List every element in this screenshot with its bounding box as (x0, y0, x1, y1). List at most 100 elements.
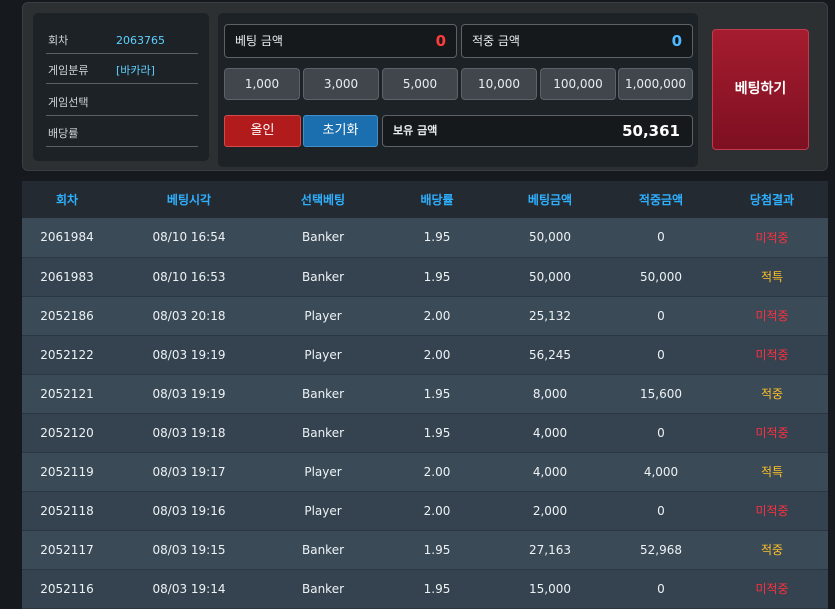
cell-selection: Banker (301, 230, 345, 245)
cell-result: 미적중 (755, 348, 789, 362)
cell-hit-amount: 0 (657, 347, 665, 362)
cell-round: 2052119 (40, 464, 94, 479)
cell-time: 08/03 19:19 (152, 347, 226, 362)
column-header: 회차 (55, 193, 79, 207)
hit-amount-field: 적중 금액 0 (461, 24, 693, 58)
info-key: 배당률 (48, 127, 79, 140)
info-row-category: 게임분류 [바카라] (46, 57, 198, 84)
cell-selection: Player (304, 347, 342, 362)
cell-time: 08/03 20:18 (152, 308, 226, 323)
column-header: 당첨결과 (749, 193, 795, 207)
bet-amount-label: 베팅 금액 (235, 34, 283, 48)
info-key: 회차 (48, 34, 69, 47)
cell-hit-amount: 0 (657, 308, 665, 323)
cell-hit-amount: 0 (657, 581, 665, 596)
cell-time: 08/03 19:19 (152, 386, 226, 401)
column-header: 베팅시각 (166, 193, 212, 207)
cell-selection: Player (304, 308, 342, 323)
cell-hit-amount: 52,968 (640, 542, 682, 557)
chip-button[interactable]: 1,000,000 (618, 68, 693, 100)
chip-button[interactable]: 10,000 (461, 68, 537, 100)
reset-button[interactable]: 초기화 (303, 115, 378, 147)
table-row: 2052118 08/03 19:16 Player 2.00 2,000 0 미적중 (22, 491, 828, 530)
balance-value: 50,361 (622, 122, 680, 140)
cell-hit-amount: 0 (657, 425, 665, 440)
table-row: 2061984 08/10 16:54 Banker 1.95 50,000 0 미적중 (22, 218, 828, 257)
cell-odds: 2.00 (423, 464, 451, 479)
cell-hit-amount: 0 (657, 503, 665, 518)
table-row: 2052119 08/03 19:17 Player 2.00 4,000 4,000 적특 (22, 452, 828, 491)
cell-round: 2052116 (40, 581, 94, 596)
cell-time: 08/10 16:54 (152, 230, 226, 245)
cell-odds: 1.95 (423, 542, 451, 557)
cell-round: 2052186 (40, 308, 94, 323)
cell-hit-amount: 15,600 (640, 386, 682, 401)
table-row: 2052122 08/03 19:19 Player 2.00 56,245 0 미적중 (22, 335, 828, 374)
place-bet-button[interactable]: 베팅하기 (712, 29, 809, 150)
table-row: 2052186 08/03 20:18 Player 2.00 25,132 0 미적중 (22, 296, 828, 335)
info-value: 2063765 (116, 34, 165, 47)
cell-odds: 2.00 (423, 503, 451, 518)
cell-bet-amount: 8,000 (532, 386, 568, 401)
column-header: 선택베팅 (300, 193, 346, 207)
cell-selection: Banker (301, 269, 345, 284)
game-info-box: 회차 2063765 게임분류 [바카라] 게임선택 배당률 (33, 13, 209, 161)
cell-time: 08/03 19:15 (152, 542, 226, 557)
balance-field: 보유 금액 50,361 (382, 115, 693, 147)
column-header: 적중금액 (638, 193, 684, 207)
cell-result: 적중 (760, 387, 784, 401)
cell-bet-amount: 50,000 (529, 269, 571, 284)
cell-selection: Player (304, 503, 342, 518)
cell-time: 08/03 19:18 (152, 425, 226, 440)
bet-amount-field: 베팅 금액 0 (224, 24, 457, 58)
cell-result: 미적중 (755, 504, 789, 518)
info-key: 게임분류 (48, 64, 89, 77)
cell-result: 적특 (760, 465, 784, 479)
hit-amount-value: 0 (671, 32, 682, 50)
cell-hit-amount: 50,000 (640, 269, 682, 284)
all-in-button[interactable]: 올인 (224, 115, 301, 147)
cell-bet-amount: 4,000 (532, 425, 568, 440)
table-row: 2052121 08/03 19:19 Banker 1.95 8,000 15,600 적… (22, 374, 828, 413)
cell-bet-amount: 27,163 (529, 542, 571, 557)
cell-odds: 1.95 (423, 269, 451, 284)
cell-round: 2052121 (40, 386, 94, 401)
cell-round: 2061983 (40, 269, 94, 284)
table-row: 2052120 08/03 19:18 Banker 1.95 4,000 0 미적중 (22, 413, 828, 452)
cell-time: 08/03 19:17 (152, 464, 226, 479)
cell-round: 2052122 (40, 347, 94, 362)
cell-hit-amount: 4,000 (643, 464, 679, 479)
cell-time: 08/03 19:16 (152, 503, 226, 518)
cell-result: 미적중 (755, 582, 789, 596)
chip-button[interactable]: 1,000 (224, 68, 300, 100)
cell-odds: 1.95 (423, 230, 451, 245)
chip-button[interactable]: 100,000 (540, 68, 616, 100)
cell-selection: Banker (301, 386, 345, 401)
column-header: 배당률 (420, 193, 454, 207)
cell-odds: 1.95 (423, 386, 451, 401)
cell-result: 미적중 (755, 309, 789, 323)
cell-bet-amount: 2,000 (532, 503, 568, 518)
cell-odds: 1.95 (423, 581, 451, 596)
balance-label: 보유 금액 (393, 124, 438, 137)
hit-amount-label: 적중 금액 (472, 34, 520, 48)
bet-history-table: 회차 베팅시각 선택베팅 배당률 베팅금액 적중금액 당첨결과 2061984 0… (22, 181, 828, 608)
cell-selection: Banker (301, 581, 345, 596)
cell-odds: 2.00 (423, 308, 451, 323)
table-row: 2052117 08/03 19:15 Banker 1.95 27,163 52,968… (22, 530, 828, 569)
chip-button[interactable]: 5,000 (382, 68, 458, 100)
table-row: 2052116 08/03 19:14 Banker 1.95 15,000 0 미적중 (22, 569, 828, 608)
cell-selection: Player (304, 464, 342, 479)
info-value: [바카라] (116, 64, 155, 77)
table-row: 2061983 08/10 16:53 Banker 1.95 50,000 50,000… (22, 257, 828, 296)
cell-result: 미적중 (755, 426, 789, 440)
cell-selection: Banker (301, 542, 345, 557)
cell-bet-amount: 25,132 (529, 308, 571, 323)
cell-bet-amount: 4,000 (532, 464, 568, 479)
column-header: 베팅금액 (527, 193, 573, 207)
cell-selection: Banker (301, 425, 345, 440)
cell-result: 미적중 (755, 230, 789, 245)
table-header-row: 회차 베팅시각 선택베팅 배당률 베팅금액 적중금액 당첨결과 (22, 181, 828, 218)
bet-amount-value: 0 (435, 32, 446, 50)
chip-button[interactable]: 3,000 (303, 68, 379, 100)
